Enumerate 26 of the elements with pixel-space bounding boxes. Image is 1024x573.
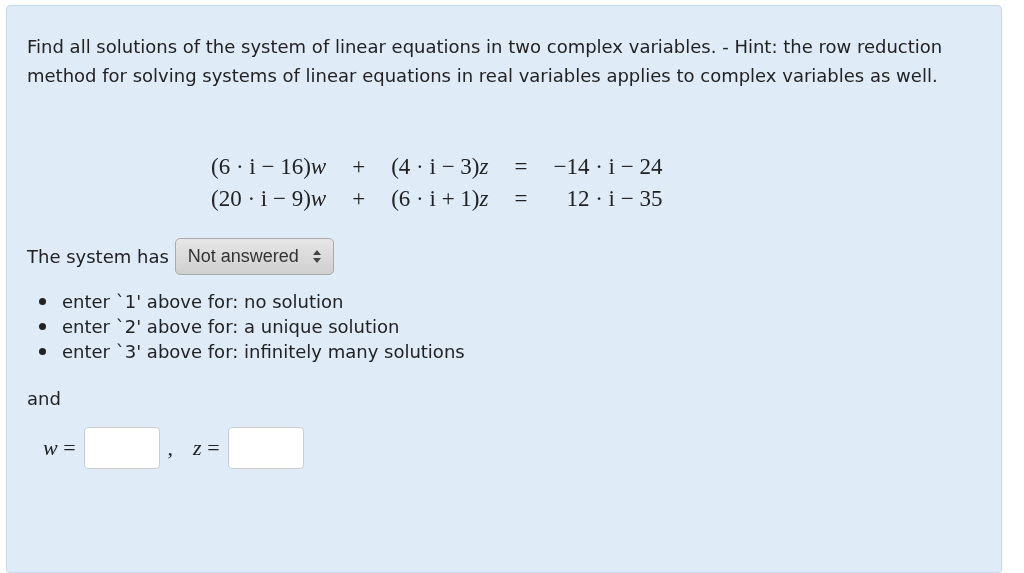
and-label: and bbox=[27, 388, 62, 409]
equals-sign: = bbox=[514, 186, 528, 212]
plus-sign: + bbox=[352, 186, 366, 212]
option-text: enter `2' above for: a unique solution bbox=[62, 316, 400, 337]
answer-field[interactable] bbox=[83, 427, 160, 469]
equation-term: −14 · i − 24 bbox=[553, 154, 663, 180]
equation-term: (6 · i + 1)z bbox=[391, 186, 489, 212]
variable-label: z = bbox=[193, 435, 220, 461]
equation-term: (20 · i − 9)w bbox=[211, 186, 327, 212]
system-label: The system has bbox=[27, 246, 169, 267]
equation-term: (6 · i − 16)w bbox=[211, 154, 327, 180]
variable-label: w = bbox=[43, 435, 76, 461]
bullet-icon bbox=[39, 348, 46, 355]
option-text: enter `3' above for: infinitely many solutions bbox=[62, 341, 465, 362]
plus-sign: + bbox=[352, 154, 366, 180]
equation-term: (4 · i − 3)z bbox=[391, 154, 489, 180]
bullet-icon bbox=[39, 298, 46, 305]
answer-field[interactable] bbox=[227, 427, 304, 469]
bullet-icon bbox=[39, 323, 46, 330]
sort-arrows-icon bbox=[312, 250, 321, 263]
question-text: Find all solutions of the system of linear equations in two complex variables. - Hint: the row reduction method for solving systems of linear equations in real variables applies to complex variables as well. bbox=[27, 35, 944, 88]
option-text: enter `1' above for: no solution bbox=[62, 291, 344, 312]
equation-term: 12 · i − 35 bbox=[565, 186, 663, 212]
answer-select[interactable]: Not answered bbox=[174, 238, 334, 275]
comma: , bbox=[167, 435, 174, 461]
equals-sign: = bbox=[514, 154, 528, 180]
